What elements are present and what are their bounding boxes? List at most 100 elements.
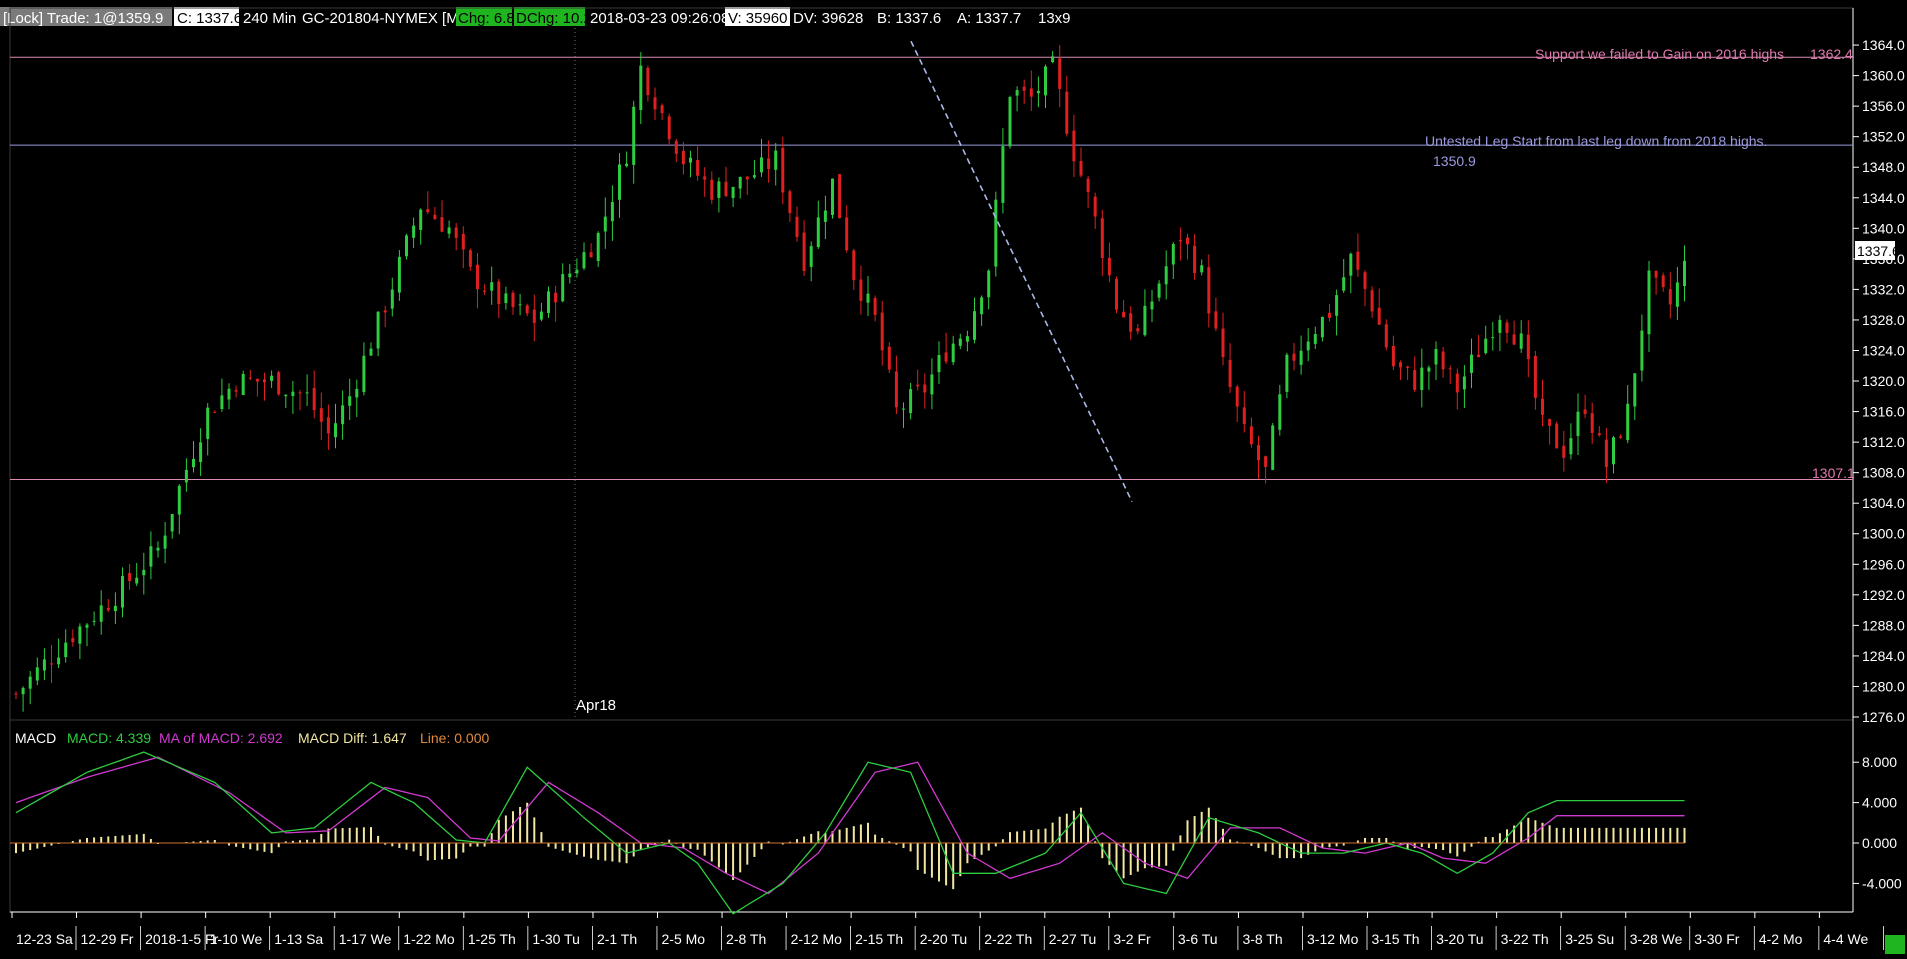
candle-down-body	[1597, 433, 1601, 436]
candle-up-body	[1675, 282, 1679, 307]
candle-up-body	[42, 659, 46, 671]
symbol[interactable]: GC-201804-NYMEX [M]	[302, 10, 463, 27]
time-tick-label: 3-8 Th	[1242, 931, 1282, 947]
candle-down-body	[454, 227, 458, 238]
chart-canvas[interactable]: [Lock] Trade: 1@1359.9 C: 1337.6 240 Min…	[0, 0, 1907, 954]
time-x-axis: 12-23 Sa 12-29 Fr 2018-1-5 Fr1-10 We 1-13 S…	[11, 912, 1884, 950]
candle-up-body	[1320, 317, 1324, 338]
datetime: 2018-03-23 09:26:08	[590, 10, 729, 27]
lock-trade[interactable]: [Lock] Trade: 1@1359.9	[3, 10, 163, 27]
candle-up-body	[1640, 330, 1644, 371]
candle-down-body	[532, 309, 536, 323]
candle-down-body	[1526, 334, 1530, 360]
candle-up-body	[774, 150, 778, 170]
macd-tick-label: 4.000	[1862, 795, 1897, 811]
candle-up-body	[21, 687, 25, 695]
candle-down-body	[1264, 456, 1268, 467]
time-tick-label: 1-13 Sa	[274, 931, 323, 947]
interval[interactable]: 240 Min	[243, 10, 296, 27]
candle-up-body	[341, 405, 345, 425]
candle-down-body	[1477, 354, 1481, 358]
candle-down-body	[1136, 328, 1140, 332]
candle-down-body	[1505, 322, 1509, 333]
candle-down-body	[1413, 370, 1417, 390]
candle-down-body	[646, 67, 650, 96]
candle-down-body	[476, 264, 479, 290]
time-tick-label: 3-22 Th	[1501, 931, 1549, 947]
candle-up-body	[1008, 97, 1012, 147]
ma-of-macd-line	[15, 756, 1685, 895]
candle-up-body	[291, 391, 295, 396]
candle-down-body	[1100, 218, 1104, 258]
candle-up-body	[362, 355, 366, 393]
candle-up-body	[738, 177, 742, 189]
ask-value: A: 1337.7	[957, 10, 1021, 27]
candle-up-body	[270, 375, 274, 381]
candle-up-body	[1143, 305, 1147, 336]
candle-down-body	[50, 663, 53, 665]
price-tick-label: 1288.0	[1862, 617, 1905, 633]
candle-down-body	[326, 417, 330, 434]
candle-up-body	[760, 157, 763, 173]
volume: V: 35960	[728, 10, 788, 27]
candle-up-body	[241, 373, 245, 396]
candle-down-body	[277, 372, 281, 395]
candle-up-body	[113, 605, 117, 612]
candle-up-body	[610, 202, 614, 222]
candle-down-body	[1619, 436, 1623, 438]
candle-up-body	[1683, 260, 1686, 287]
candle-down-body	[213, 411, 217, 413]
candle-down-body	[1654, 270, 1658, 278]
leg-level-value: 1350.9	[1433, 153, 1476, 169]
candle-up-body	[390, 289, 394, 309]
price-tick-label: 1296.0	[1862, 556, 1905, 572]
candle-down-body	[1115, 278, 1118, 310]
candle-up-body	[1484, 338, 1488, 354]
candle-down-body	[1186, 237, 1189, 245]
candle-down-body	[859, 279, 863, 301]
candle-up-body	[121, 576, 124, 608]
candle-down-body	[248, 377, 252, 379]
candle-down-body	[1441, 351, 1445, 370]
candle-down-body	[873, 298, 877, 315]
time-tick-label: 1-10 We	[210, 931, 263, 947]
macd-title: MACD	[15, 730, 56, 746]
leg-annotation[interactable]: Untested Leg Start from last leg down fr…	[1425, 133, 1767, 149]
price-y-axis: 1364.0 1360.0 1356.0 1352.0 1348.0 1344.0 1340…	[1853, 37, 1905, 725]
candle-down-body	[312, 388, 316, 411]
status-indicator[interactable]	[1885, 935, 1905, 954]
macd-histogram	[15, 802, 1686, 890]
candle-down-body	[1065, 91, 1069, 134]
candle-up-body	[965, 336, 969, 342]
candle-down-body	[880, 312, 884, 351]
dchg-value: DChg: 10.2	[516, 10, 592, 27]
price-tick-label: 1328.0	[1862, 312, 1905, 328]
candle-down-body	[1257, 445, 1260, 461]
candle-down-body	[788, 191, 792, 214]
candle-down-body	[319, 408, 323, 422]
macd-diff-value: MACD Diff: 1.647	[298, 730, 407, 746]
price-tick-label: 1348.0	[1862, 159, 1905, 175]
trend-line[interactable]	[910, 40, 1133, 503]
candle-down-body	[1541, 398, 1544, 415]
candle-up-body	[334, 423, 337, 438]
candle-up-body	[596, 233, 600, 261]
candle-up-body	[163, 535, 167, 549]
support-annotation[interactable]: Support we failed to Gain on 2016 highs	[1535, 46, 1784, 62]
candle-up-body	[951, 343, 955, 363]
candle-down-body	[1384, 324, 1388, 348]
candle-up-body	[1044, 66, 1047, 96]
candle-up-body	[809, 246, 813, 267]
candle-down-body	[511, 292, 515, 308]
candle-down-body	[589, 252, 593, 258]
trading-chart[interactable]: [Lock] Trade: 1@1359.9 C: 1337.6 240 Min…	[0, 0, 1907, 954]
bid-value: B: 1337.6	[877, 10, 941, 27]
price-tick-label: 1312.0	[1862, 434, 1905, 450]
candle-down-body	[781, 147, 785, 193]
zero-line-value: Line: 0.000	[420, 730, 489, 746]
candle-up-body	[1342, 277, 1346, 291]
candle-down-body	[383, 310, 387, 313]
candle-down-body	[1086, 178, 1090, 193]
candle-down-body	[1548, 419, 1552, 426]
candle-up-body	[1633, 373, 1637, 407]
